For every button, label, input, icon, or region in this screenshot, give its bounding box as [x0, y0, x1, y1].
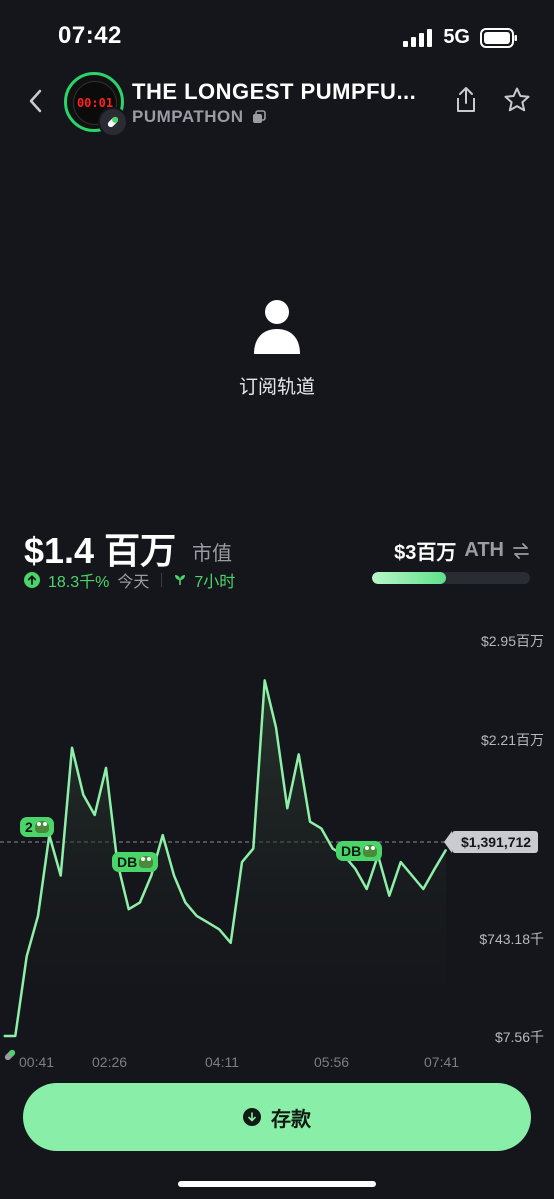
ticker: PUMPATHON: [132, 107, 244, 126]
marker-label: DB: [117, 854, 138, 870]
token-age: 7小时: [194, 574, 236, 591]
chart-point: [173, 874, 175, 877]
frog-icon: [363, 845, 378, 857]
arrow-up-circle-icon: [24, 572, 40, 588]
chart-marker[interactable]: DB: [336, 841, 383, 861]
change-period: 今天: [117, 574, 150, 591]
chart-point: [184, 901, 186, 904]
chart-point: [366, 888, 368, 890]
change-percent: 18.3千%: [48, 574, 110, 591]
ath-value: $3百万: [394, 542, 457, 564]
marker-label: DB: [341, 843, 362, 859]
chart-point: [71, 747, 73, 749]
share-icon[interactable]: [454, 86, 478, 114]
chart-point: [37, 915, 39, 917]
chart-point: [275, 726, 277, 729]
chart-point: [105, 767, 107, 769]
status-icons: 5G: [403, 26, 518, 49]
chart-point: [196, 915, 198, 917]
token-name: THE LONGEST PUMPFU...: [132, 79, 417, 104]
copy-icon[interactable]: [252, 110, 266, 124]
divider: [161, 573, 163, 587]
pill-icon: [4, 1049, 16, 1061]
y-tick-label: $7.56千: [494, 1029, 544, 1045]
change-row: 18.3千% 今天 7小时: [24, 568, 235, 592]
pill-icon: [98, 107, 128, 137]
chart-point: [298, 753, 300, 755]
ath-row[interactable]: $3百万 ATH: [394, 536, 530, 565]
deposit-button[interactable]: 存款: [23, 1083, 531, 1151]
x-tick-label: 00:41: [19, 1054, 55, 1070]
chart-point: [82, 794, 84, 796]
chart-point: [241, 861, 243, 863]
frog-icon: [139, 856, 154, 868]
home-indicator[interactable]: [178, 1181, 376, 1187]
chart-point: [150, 874, 152, 877]
back-chevron-icon[interactable]: [24, 88, 48, 114]
chart-point: [14, 1035, 16, 1037]
chart-point: [388, 895, 390, 897]
chart-point: [3, 1035, 5, 1037]
x-tick-label: 07:41: [424, 1054, 460, 1070]
chart-point: [309, 821, 311, 823]
star-icon[interactable]: [503, 86, 531, 114]
ticker-row[interactable]: PUMPATHON: [132, 107, 266, 127]
chart-point: [411, 874, 413, 877]
sprout-icon: [175, 575, 186, 585]
ath-label: ATH: [464, 539, 504, 561]
chart-marker[interactable]: DB: [112, 852, 159, 872]
market-cap-label: 市值: [192, 543, 232, 565]
chart-point: [434, 868, 436, 870]
chart-marker[interactable]: 2: [20, 817, 54, 837]
chart-point: [26, 955, 28, 957]
chart-point: [128, 908, 130, 910]
market-cap-value: $1.4 百万: [24, 530, 177, 571]
chart-point: [207, 922, 209, 924]
chart-point: [286, 807, 288, 809]
chart-point: [252, 848, 254, 850]
deposit-label: 存款: [271, 1108, 311, 1131]
person-icon: [254, 300, 300, 354]
chart-point: [354, 868, 356, 870]
chart-point: [60, 874, 62, 877]
swap-icon[interactable]: [512, 542, 530, 559]
chart-point: [162, 834, 164, 836]
chart-point: [264, 679, 266, 681]
x-tick-label: 04:11: [205, 1054, 239, 1070]
frog-icon: [34, 821, 49, 833]
y-tick-label: $2.21百万: [480, 732, 544, 748]
chart-point: [218, 928, 220, 930]
signal-icon: [403, 28, 433, 47]
chart-point: [332, 848, 334, 850]
x-tick-label: 05:56: [314, 1054, 350, 1070]
y-tick-label: $743.18千: [479, 931, 544, 947]
current-price-tag: $1,391,712: [443, 831, 539, 853]
chart-point: [422, 888, 424, 890]
subscribe-track-label[interactable]: 订阅轨道: [0, 372, 554, 399]
download-icon: [243, 1108, 261, 1126]
ath-progress-bar: [372, 572, 530, 584]
status-time: 07:42: [58, 22, 122, 49]
y-tick-label: $2.95百万: [480, 633, 544, 649]
chart-point: [320, 827, 322, 830]
chart-point: [94, 814, 96, 816]
ath-progress-fill: [372, 572, 447, 584]
chart-point: [400, 861, 402, 863]
network-type: 5G: [443, 26, 470, 48]
chart-point: [230, 942, 232, 944]
chart-point: [139, 901, 141, 904]
battery-icon: [480, 27, 517, 48]
marker-label: 2: [25, 819, 33, 835]
x-tick-label: 02:26: [92, 1054, 128, 1070]
